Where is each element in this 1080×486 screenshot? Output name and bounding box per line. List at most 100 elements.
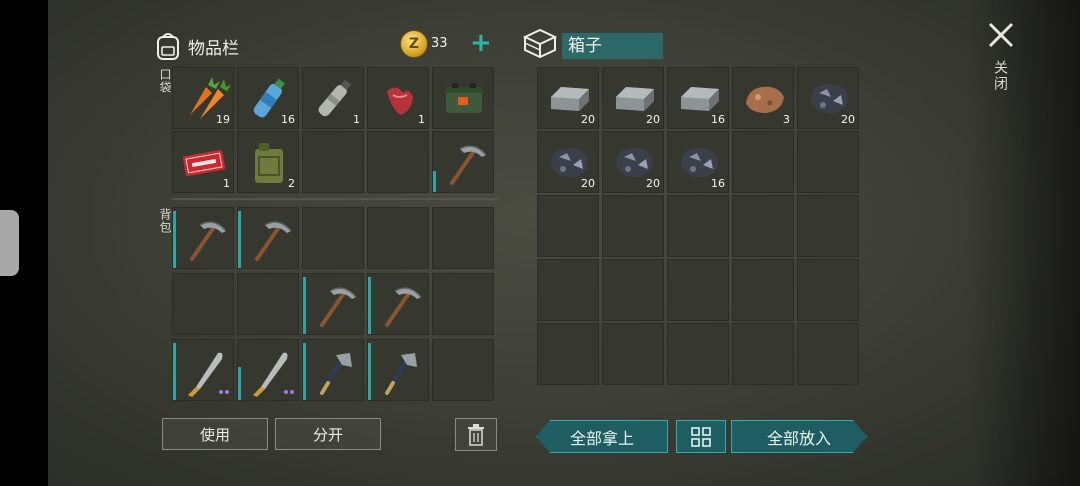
item-count: 1 — [223, 177, 230, 190]
box-slot[interactable]: 16 — [667, 67, 729, 129]
box-slot[interactable]: 20 — [797, 67, 859, 129]
pocket-slot[interactable] — [432, 131, 494, 193]
rarity-dots — [284, 390, 294, 394]
pickaxe-icon — [190, 221, 227, 261]
hatchet-icon — [385, 353, 417, 395]
backpack-slot[interactable] — [432, 273, 494, 335]
durability-bar — [173, 343, 176, 400]
box-slot[interactable] — [667, 323, 729, 385]
item-count: 1 — [353, 113, 360, 126]
inventory-header: 物品栏 — [154, 26, 239, 66]
backpack-slot[interactable] — [237, 273, 299, 335]
backpack-slot[interactable] — [237, 207, 299, 269]
pocket-slot[interactable]: 16 — [237, 67, 299, 129]
backpack-slot[interactable] — [302, 339, 364, 401]
item-count: 2 — [288, 177, 295, 190]
close-label[interactable]: 关闭 — [990, 60, 1010, 92]
hatchet-icon — [320, 353, 352, 395]
durability-bar — [303, 277, 306, 334]
box-slot[interactable] — [797, 195, 859, 257]
crate-icon — [523, 28, 557, 58]
box-slot[interactable]: 16 — [667, 131, 729, 193]
box-slot[interactable] — [602, 195, 664, 257]
pocket-slot[interactable] — [432, 67, 494, 129]
item-count: 16 — [711, 113, 725, 126]
item-count: 16 — [281, 113, 295, 126]
box-header — [523, 28, 557, 58]
use-button[interactable]: 使用 — [162, 418, 268, 450]
grid-toggle-button[interactable] — [676, 420, 726, 453]
trash-icon — [468, 423, 484, 446]
grid-icon — [691, 426, 711, 447]
box-slot[interactable]: 3 — [732, 67, 794, 129]
side-panel-handle[interactable] — [0, 210, 19, 276]
backpack-slot[interactable] — [237, 339, 299, 401]
box-slot[interactable] — [537, 259, 599, 321]
durability-bar — [368, 343, 371, 400]
durability-bar — [303, 343, 306, 400]
put-all-button[interactable]: 全部放入 — [731, 420, 867, 453]
backpack-slot[interactable] — [432, 207, 494, 269]
backpack-icon — [157, 33, 179, 60]
backpack-slot[interactable] — [302, 207, 364, 269]
box-slot[interactable] — [797, 259, 859, 321]
item-count: 20 — [646, 177, 660, 190]
take-all-button[interactable]: 全部拿上 — [536, 420, 668, 453]
durability-bar — [238, 211, 241, 268]
game-screen: 物品栏 Z 33 + 口袋 背包 19 16 1 1 1 2 使用 分开 箱子 20 20 1… — [0, 0, 1080, 486]
trash-button[interactable] — [455, 418, 497, 451]
rarity-dots — [219, 390, 229, 394]
box-slot[interactable] — [732, 195, 794, 257]
pickaxe-icon — [255, 221, 292, 261]
backpack-slot[interactable] — [367, 339, 429, 401]
add-coins-button[interactable]: + — [470, 28, 492, 58]
backpack-slot[interactable] — [172, 339, 234, 401]
backpack-slot[interactable] — [432, 339, 494, 401]
close-icon[interactable] — [986, 20, 1016, 50]
pocket-slot[interactable] — [302, 131, 364, 193]
right-shade — [968, 0, 1080, 486]
backpack-slot[interactable] — [367, 273, 429, 335]
backpack-slot[interactable] — [367, 207, 429, 269]
backpack-slot[interactable] — [172, 207, 234, 269]
pocket-slot[interactable] — [367, 131, 429, 193]
box-slot[interactable] — [602, 323, 664, 385]
box-slot[interactable] — [797, 323, 859, 385]
durability-bar — [173, 211, 176, 268]
pocket-slot[interactable]: 1 — [172, 131, 234, 193]
box-slot[interactable] — [537, 195, 599, 257]
box-slot[interactable]: 20 — [537, 67, 599, 129]
pickaxe-icon — [320, 287, 357, 327]
pocket-slot[interactable]: 1 — [367, 67, 429, 129]
box-slot[interactable] — [667, 259, 729, 321]
box-slot[interactable]: 20 — [602, 131, 664, 193]
item-count: 19 — [216, 113, 230, 126]
coin-icon: Z — [400, 30, 428, 58]
split-button[interactable]: 分开 — [275, 418, 381, 450]
pickaxe-icon — [385, 287, 422, 327]
backpack-slot[interactable] — [172, 273, 234, 335]
item-count: 16 — [711, 177, 725, 190]
item-count: 20 — [841, 113, 855, 126]
box-slot[interactable] — [732, 259, 794, 321]
box-slot[interactable]: 20 — [537, 131, 599, 193]
durability-bar — [368, 277, 371, 334]
box-slot[interactable] — [667, 195, 729, 257]
battery-pack-icon — [446, 83, 482, 113]
box-slot[interactable]: 20 — [602, 67, 664, 129]
item-count: 1 — [418, 113, 425, 126]
coin-count: 33 — [431, 36, 448, 51]
item-count: 3 — [783, 113, 790, 126]
pickaxe-icon — [450, 145, 487, 185]
durability-bar — [433, 171, 436, 192]
item-count: 20 — [581, 113, 595, 126]
pocket-slot[interactable]: 1 — [302, 67, 364, 129]
box-slot[interactable] — [797, 131, 859, 193]
pocket-slot[interactable]: 2 — [237, 131, 299, 193]
pocket-slot[interactable]: 19 — [172, 67, 234, 129]
box-slot[interactable] — [732, 323, 794, 385]
backpack-slot[interactable] — [302, 273, 364, 335]
box-slot[interactable] — [732, 131, 794, 193]
box-slot[interactable] — [537, 323, 599, 385]
box-slot[interactable] — [602, 259, 664, 321]
